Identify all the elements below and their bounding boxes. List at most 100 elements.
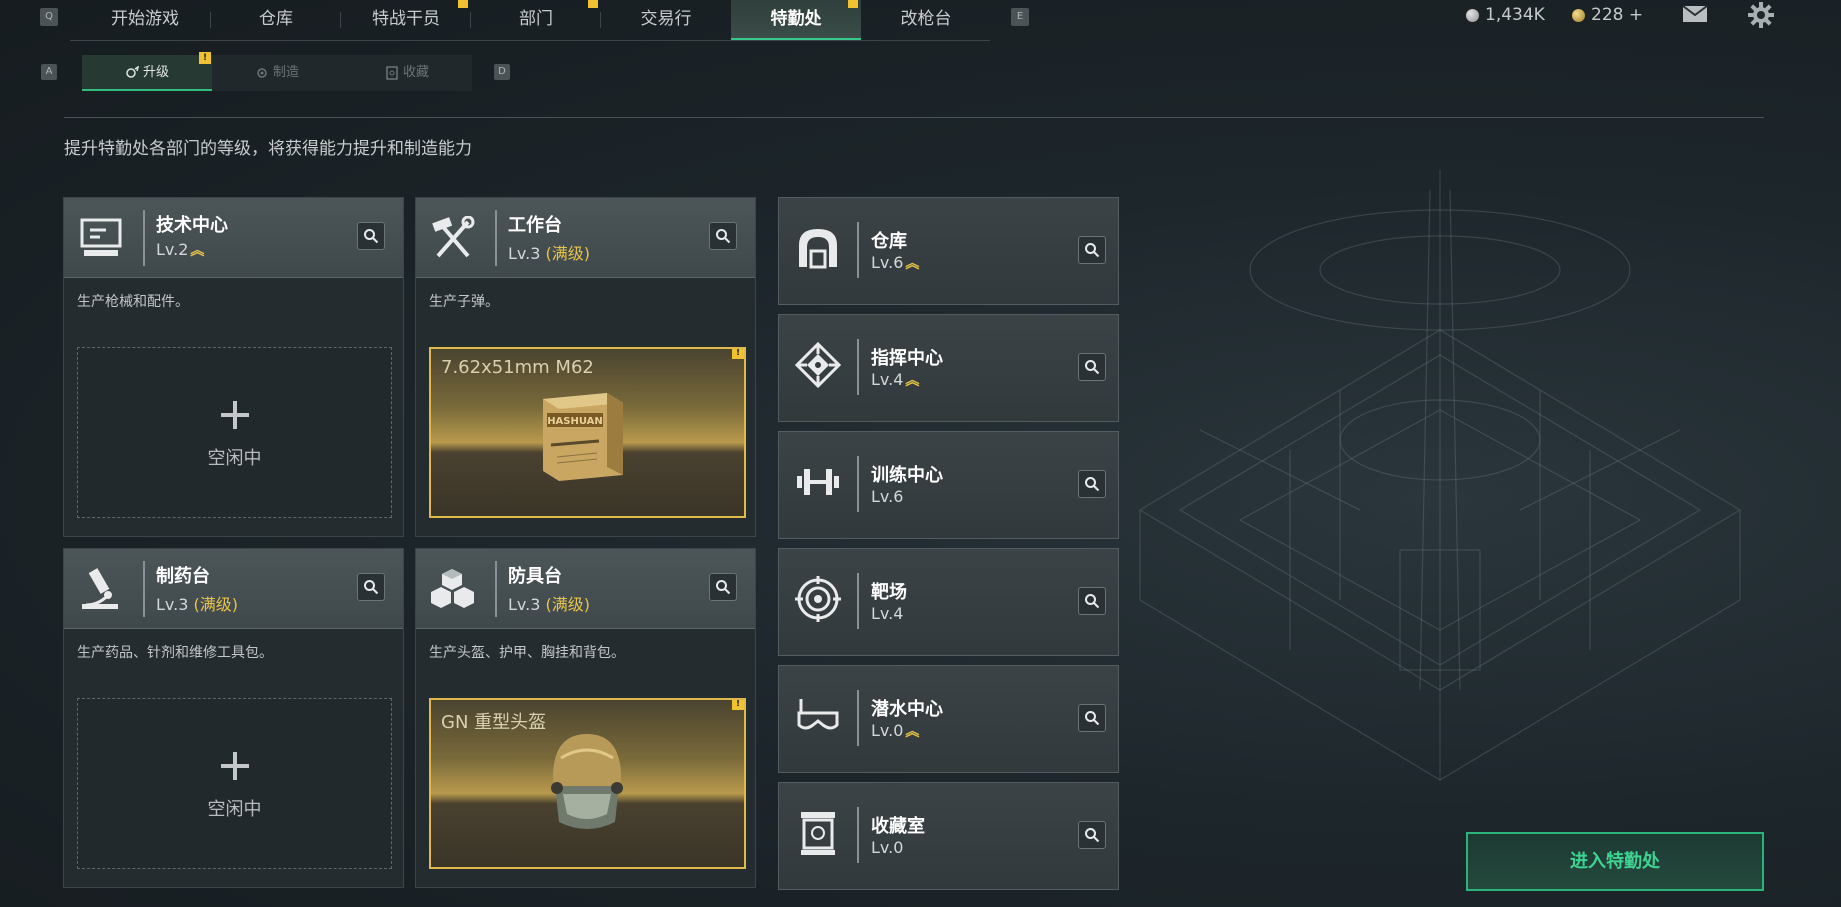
department-card-collection-room[interactable]: 收藏室 Lv.0 [778,782,1119,890]
tab-start-game[interactable]: 开始游戏 [80,0,210,41]
header-divider [64,117,1764,118]
department-card-pharmacy[interactable]: 制药台 Lv.3 (满级) 生产药品、针剂和维修工具包。 空闲中 [63,548,404,888]
production-slot-ammo[interactable]: 7.62x51mm M62 ! HASHUAN [429,347,746,518]
notification-badge: ! [732,700,744,710]
notification-badge [458,0,468,8]
nav-underline [70,40,990,41]
collection-icon [386,65,398,80]
cubes-icon [431,569,474,608]
search-icon [364,580,379,595]
department-description: 生产头盔、护甲、胸挂和背包。 [429,645,625,661]
department-description: 生产子弹。 [429,294,499,310]
card-header: 防具台 Lv.3 (满级) [416,549,755,629]
subtab-collection[interactable]: 收藏 [342,55,472,91]
ammo-box-label: HASHUAN [547,416,603,427]
department-card-training-center[interactable]: 训练中心 Lv.6 [778,431,1119,539]
department-card-workbench[interactable]: 工作台 Lv.3 (满级) 生产子弹。 7.62x51mm M62 ! HASH… [415,197,756,537]
level-value: Lv.6 [871,253,904,272]
enter-special-ops-button[interactable]: 进入特勤处 [1466,832,1764,891]
department-name: 指挥中心 [871,348,943,369]
search-button[interactable] [357,222,385,250]
notification-badge: ! [732,349,744,359]
upgrade-available-icon: ︽ [190,243,205,259]
mail-icon[interactable] [1681,3,1709,25]
level-value: Lv.4 [871,370,904,389]
department-card-diving-center[interactable]: 潜水中心 Lv.0 ︽ [778,665,1119,773]
upgrade-available-icon: ︽ [905,256,920,272]
search-icon [1085,360,1100,375]
department-name: 收藏室 [871,816,925,837]
idle-label: 空闲中 [207,448,262,469]
tab-label: 交易行 [640,9,692,29]
max-level-label: (满级) [545,595,591,614]
level-value: Lv.3 [508,595,541,614]
card-header: 工作台 Lv.3 (满级) [416,198,755,278]
upgrade-available-icon: ︽ [905,373,920,389]
department-level: Lv.2 ︽ [156,240,204,260]
upgrade-available-icon: ︽ [905,724,920,740]
idle-production-slot[interactable]: 空闲中 [77,698,392,869]
collection-room-icon [801,812,835,855]
department-description: 生产枪械和配件。 [77,294,189,310]
production-slot-helmet[interactable]: GN 重型头盔 ! [429,698,746,869]
level-value: Lv.6 [871,487,904,506]
tab-departments[interactable]: 部门 [471,0,601,41]
search-button[interactable] [1078,353,1106,381]
header-divider [143,210,145,266]
search-button[interactable] [1078,704,1106,732]
tab-operators[interactable]: 特战干员 [341,0,471,41]
page-description: 提升特勤处各部门的等级，将获得能力提升和制造能力 [64,139,472,159]
department-card-armor-bench[interactable]: 防具台 Lv.3 (满级) 生产头盔、护甲、胸挂和背包。 GN 重型头盔 ! [415,548,756,888]
department-card-warehouse[interactable]: 仓库 Lv.6 ︽ [778,197,1119,305]
card-header: 制药台 Lv.3 (满级) [64,549,403,629]
department-card-tech-center[interactable]: 技术中心 Lv.2 ︽ 生产枪械和配件。 空闲中 [63,197,404,537]
search-button[interactable] [1078,470,1106,498]
product-name: GN 重型头盔 [441,712,547,733]
level-value: Lv.3 [156,595,189,614]
search-button[interactable] [1078,587,1106,615]
key-hint-e: E [1011,8,1029,26]
level-value: Lv.3 [508,244,541,263]
header-divider [857,222,859,278]
tab-gunsmith[interactable]: 改枪台 [861,0,991,41]
search-icon [716,580,731,595]
department-level: Lv.4 [871,604,903,623]
search-icon [1085,477,1100,492]
search-button[interactable] [357,573,385,601]
gear-icon[interactable] [1748,2,1774,28]
idle-production-slot[interactable]: 空闲中 [77,347,392,518]
top-navigation: Q 开始游戏 仓库 特战干员 部门 交易行 特勤处 改枪台 E [0,0,1029,41]
department-card-shooting-range[interactable]: 靶场 Lv.4 [778,548,1119,656]
tab-trade-market[interactable]: 交易行 [601,0,731,41]
tab-label: 特战干员 [372,9,440,29]
subtab-label: 收藏 [402,65,429,80]
plus-icon [221,752,249,780]
premium-balance[interactable]: 228 + [1572,4,1643,26]
department-name: 技术中心 [156,215,228,236]
hammer-wrench-icon [432,216,475,258]
max-level-label: (满级) [545,244,591,263]
tab-special-ops[interactable]: 特勤处 [731,0,861,41]
department-card-command-center[interactable]: 指挥中心 Lv.4 ︽ [778,314,1119,422]
department-name: 靶场 [871,582,907,603]
search-button[interactable] [709,573,737,601]
key-hint-q: Q [40,8,58,26]
warehouse-icon [799,229,837,269]
tab-warehouse[interactable]: 仓库 [211,0,341,41]
plus-icon [221,401,249,429]
search-button[interactable] [1078,821,1106,849]
coin-balance: 1,434K [1466,4,1545,26]
department-level: Lv.3 (满级) [508,591,590,615]
department-level: Lv.3 (满级) [508,240,590,264]
department-name: 制药台 [156,566,210,587]
app-root: Q 开始游戏 仓库 特战干员 部门 交易行 特勤处 改枪台 E 1,434K 2… [0,0,1841,907]
tab-label: 改枪台 [900,9,952,29]
subtab-craft[interactable]: 制造 [212,55,342,91]
notification-badge [588,0,598,8]
notification-badge [848,0,858,8]
subtab-upgrade[interactable]: 升级 [82,55,212,91]
search-button[interactable] [1078,236,1106,264]
search-button[interactable] [709,222,737,250]
premium-amount: 228 + [1591,5,1644,25]
level-value: Lv.0 [871,838,904,857]
